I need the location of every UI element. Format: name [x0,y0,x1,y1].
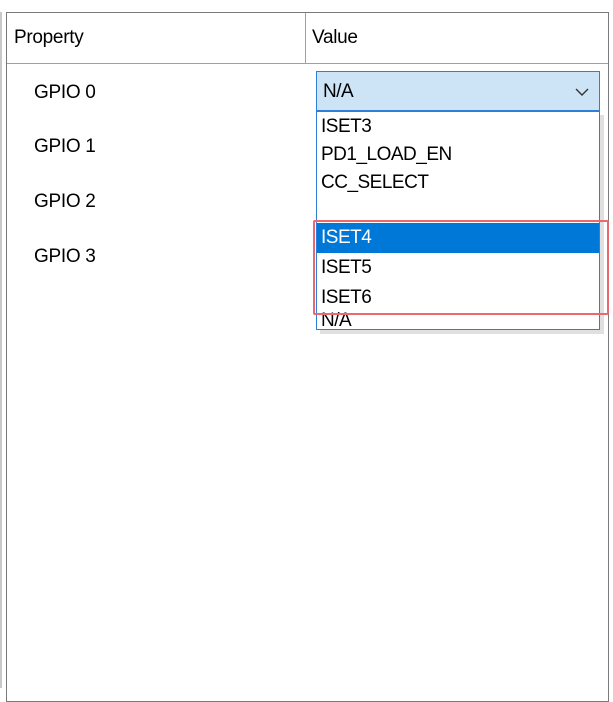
chevron-down-icon[interactable] [573,83,591,101]
dropdown-option-pd1-load-en[interactable]: PD1_LOAD_EN [317,140,599,170]
grid-header: Property Value [7,13,608,64]
dropdown-option-iset6[interactable]: ISET6 [317,283,599,313]
dropdown-option-cc-select[interactable]: CC_SELECT [317,168,599,198]
property-gpio-3[interactable]: GPIO 3 [34,246,96,268]
property-gpio-1[interactable]: GPIO 1 [34,136,96,158]
dropdown-list[interactable]: ISET3 PD1_LOAD_EN CC_SELECT ISET4 ISET5 … [316,111,600,330]
dropdown-option-iset3[interactable]: ISET3 [317,112,599,142]
column-divider[interactable] [305,13,306,63]
column-header-property[interactable]: Property [14,13,84,63]
dropdown-option-iset5[interactable]: ISET5 [317,253,599,283]
combo-selected-value: N/A [323,81,354,102]
panel-left-edge [0,12,2,688]
property-gpio-0[interactable]: GPIO 0 [34,82,96,104]
property-gpio-2[interactable]: GPIO 2 [34,191,96,213]
dropdown-option-na[interactable]: N/A [317,311,599,330]
column-header-value[interactable]: Value [312,13,358,63]
dropdown-option-iset4[interactable]: ISET4 [317,223,599,253]
gpio-0-value-combobox[interactable]: N/A [316,71,600,111]
